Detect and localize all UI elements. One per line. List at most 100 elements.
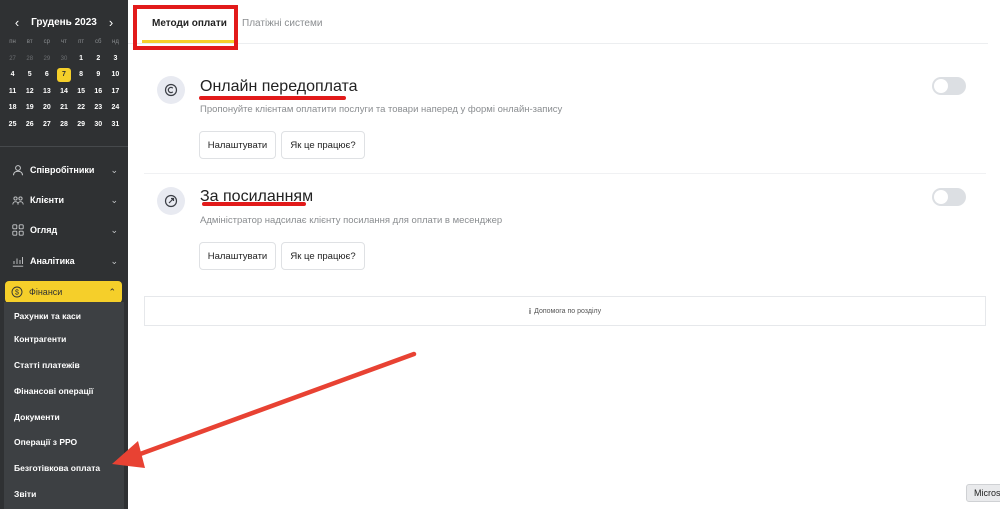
- tab-bar: Методи оплати Платіжні системи: [128, 0, 988, 44]
- sidebar-item-label: Клієнти: [30, 195, 65, 205]
- calendar-day[interactable]: 17: [107, 85, 124, 99]
- calendar-day[interactable]: 30: [55, 52, 72, 66]
- chart-icon: [12, 255, 24, 267]
- calendar-day[interactable]: 27: [4, 52, 21, 66]
- weekday-label: чт: [61, 39, 67, 46]
- calendar-prev-button[interactable]: ‹: [10, 15, 24, 30]
- calendar-day[interactable]: 11: [4, 85, 21, 99]
- submenu-item-reports[interactable]: Звіти: [14, 489, 36, 499]
- calendar-day[interactable]: 3: [107, 52, 124, 66]
- calendar-day[interactable]: 27: [38, 118, 55, 132]
- calendar-day[interactable]: 10: [107, 68, 124, 82]
- grid-icon: [12, 224, 24, 236]
- calendar-month-title: Грудень 2023: [31, 16, 97, 28]
- calendar-week: 27 28 29 30 1 2 3: [4, 51, 124, 68]
- weekday-label: сб: [95, 39, 102, 46]
- submenu-item-counterparties[interactable]: Контрагенти: [14, 334, 66, 344]
- sidebar-item-label: Огляд: [30, 225, 58, 235]
- weekday-label: нд: [112, 39, 119, 46]
- users-group-icon: [12, 194, 24, 206]
- calendar-day[interactable]: 18: [4, 101, 21, 115]
- how-it-works-button[interactable]: Як це працює?: [281, 242, 365, 270]
- sidebar-item-employees[interactable]: Співробітники ⌄: [0, 156, 128, 184]
- submenu-item-cashless-payment[interactable]: Безготівкова оплата: [14, 463, 100, 473]
- calendar-day[interactable]: 30: [90, 118, 107, 132]
- sidebar-item-analytics[interactable]: Аналітика ⌄: [0, 247, 128, 275]
- annotation-underline: [202, 202, 306, 206]
- calendar-day[interactable]: 29: [73, 118, 90, 132]
- svg-text:$: $: [15, 289, 19, 296]
- corner-taskbar-button[interactable]: Micros: [966, 484, 1000, 502]
- calendar-day[interactable]: 16: [90, 85, 107, 99]
- calendar-day[interactable]: 12: [21, 85, 38, 99]
- calendar-weekdays: пн вт ср чт пт сб нд: [4, 34, 124, 51]
- calendar-day[interactable]: 13: [38, 85, 55, 99]
- calendar-day[interactable]: 9: [90, 68, 107, 82]
- calendar-next-button[interactable]: ›: [104, 15, 118, 30]
- calendar-day[interactable]: 6: [38, 68, 55, 82]
- configure-button[interactable]: Налаштувати: [199, 242, 276, 270]
- person-icon: [12, 164, 24, 176]
- calendar-day[interactable]: 21: [55, 101, 72, 115]
- calendar-day[interactable]: 31: [107, 118, 124, 132]
- dollar-circle-icon: $: [11, 286, 23, 298]
- method-divider: [144, 173, 986, 174]
- chevron-down-icon: ⌄: [110, 224, 118, 235]
- submenu-item-rro-operations[interactable]: Операції з РРО: [14, 437, 77, 447]
- calendar-day[interactable]: 28: [55, 118, 72, 132]
- calendar-grid: пн вт ср чт пт сб нд 27 28 29 30 1 2 3 4…: [4, 34, 124, 133]
- calendar-day[interactable]: 25: [4, 118, 21, 132]
- sidebar-item-label: Співробітники: [30, 165, 95, 175]
- toggle-knob: [934, 190, 948, 204]
- calendar-week: 11 12 13 14 15 16 17: [4, 84, 124, 101]
- calendar-day[interactable]: 26: [21, 118, 38, 132]
- method-description: Адміністратор надсилає клієнту посилання…: [200, 215, 503, 226]
- section-help-link[interactable]: i Допомога по розділу: [144, 296, 986, 326]
- calendar-day[interactable]: 22: [73, 101, 90, 115]
- submenu-item-documents[interactable]: Документи: [14, 412, 60, 422]
- calendar-day[interactable]: 8: [73, 68, 90, 82]
- calendar-day[interactable]: 19: [21, 101, 38, 115]
- calendar-day[interactable]: 14: [55, 85, 72, 99]
- main-content: Методи оплати Платіжні системи Онлайн пе…: [128, 0, 1000, 509]
- calendar-week: 25 26 27 28 29 30 31: [4, 117, 124, 134]
- submenu-item-payment-items[interactable]: Статті платежів: [14, 360, 80, 370]
- calendar-week: 4 5 6 7 8 9 10: [4, 67, 124, 84]
- calendar-day[interactable]: 2: [90, 52, 107, 66]
- calendar-day[interactable]: 24: [107, 101, 124, 115]
- calendar-day[interactable]: 23: [90, 101, 107, 115]
- payment-link-icon: [157, 187, 185, 215]
- calendar-day[interactable]: 20: [38, 101, 55, 115]
- help-label: Допомога по розділу: [534, 307, 602, 315]
- configure-button[interactable]: Налаштувати: [199, 131, 276, 159]
- calendar-day[interactable]: 15: [73, 85, 90, 99]
- annotation-underline: [199, 96, 346, 100]
- calendar-day[interactable]: 5: [21, 68, 38, 82]
- chevron-down-icon: ⌄: [110, 255, 118, 266]
- toggle-knob: [934, 79, 948, 93]
- method-title: Онлайн передоплата: [200, 78, 358, 95]
- sidebar-item-label: Фінанси: [29, 287, 63, 297]
- submenu-item-financial-operations[interactable]: Фінансові операції: [14, 386, 93, 396]
- online-prepayment-toggle[interactable]: [932, 77, 966, 95]
- sidebar-divider: [0, 146, 128, 147]
- calendar-week: 18 19 20 21 22 23 24: [4, 100, 124, 117]
- payment-link-toggle[interactable]: [932, 188, 966, 206]
- weekday-label: пт: [78, 39, 85, 46]
- sidebar-item-overview[interactable]: Огляд ⌄: [0, 216, 128, 244]
- calendar-day[interactable]: 4: [4, 68, 21, 82]
- submenu-item-accounts[interactable]: Рахунки та каси: [14, 311, 81, 321]
- tab-payment-systems[interactable]: Платіжні системи: [242, 18, 322, 29]
- calendar-day[interactable]: 28: [21, 52, 38, 66]
- how-it-works-button[interactable]: Як це працює?: [281, 131, 365, 159]
- sidebar-item-finance[interactable]: $ Фінанси ⌃: [5, 281, 122, 303]
- sidebar-item-clients[interactable]: Клієнти ⌄: [0, 186, 128, 214]
- calendar-day[interactable]: 1: [73, 52, 90, 66]
- weekday-label: пн: [9, 39, 16, 46]
- calendar-day-selected[interactable]: 7: [56, 68, 71, 83]
- calendar-header: ‹ Грудень 2023 ›: [0, 12, 128, 32]
- chevron-up-icon: ⌃: [108, 286, 116, 297]
- calendar-day[interactable]: 29: [38, 52, 55, 66]
- method-description: Пропонуйте клієнтам оплатити послуги та …: [200, 104, 563, 115]
- sidebar: ‹ Грудень 2023 › пн вт ср чт пт сб нд 27…: [0, 0, 128, 509]
